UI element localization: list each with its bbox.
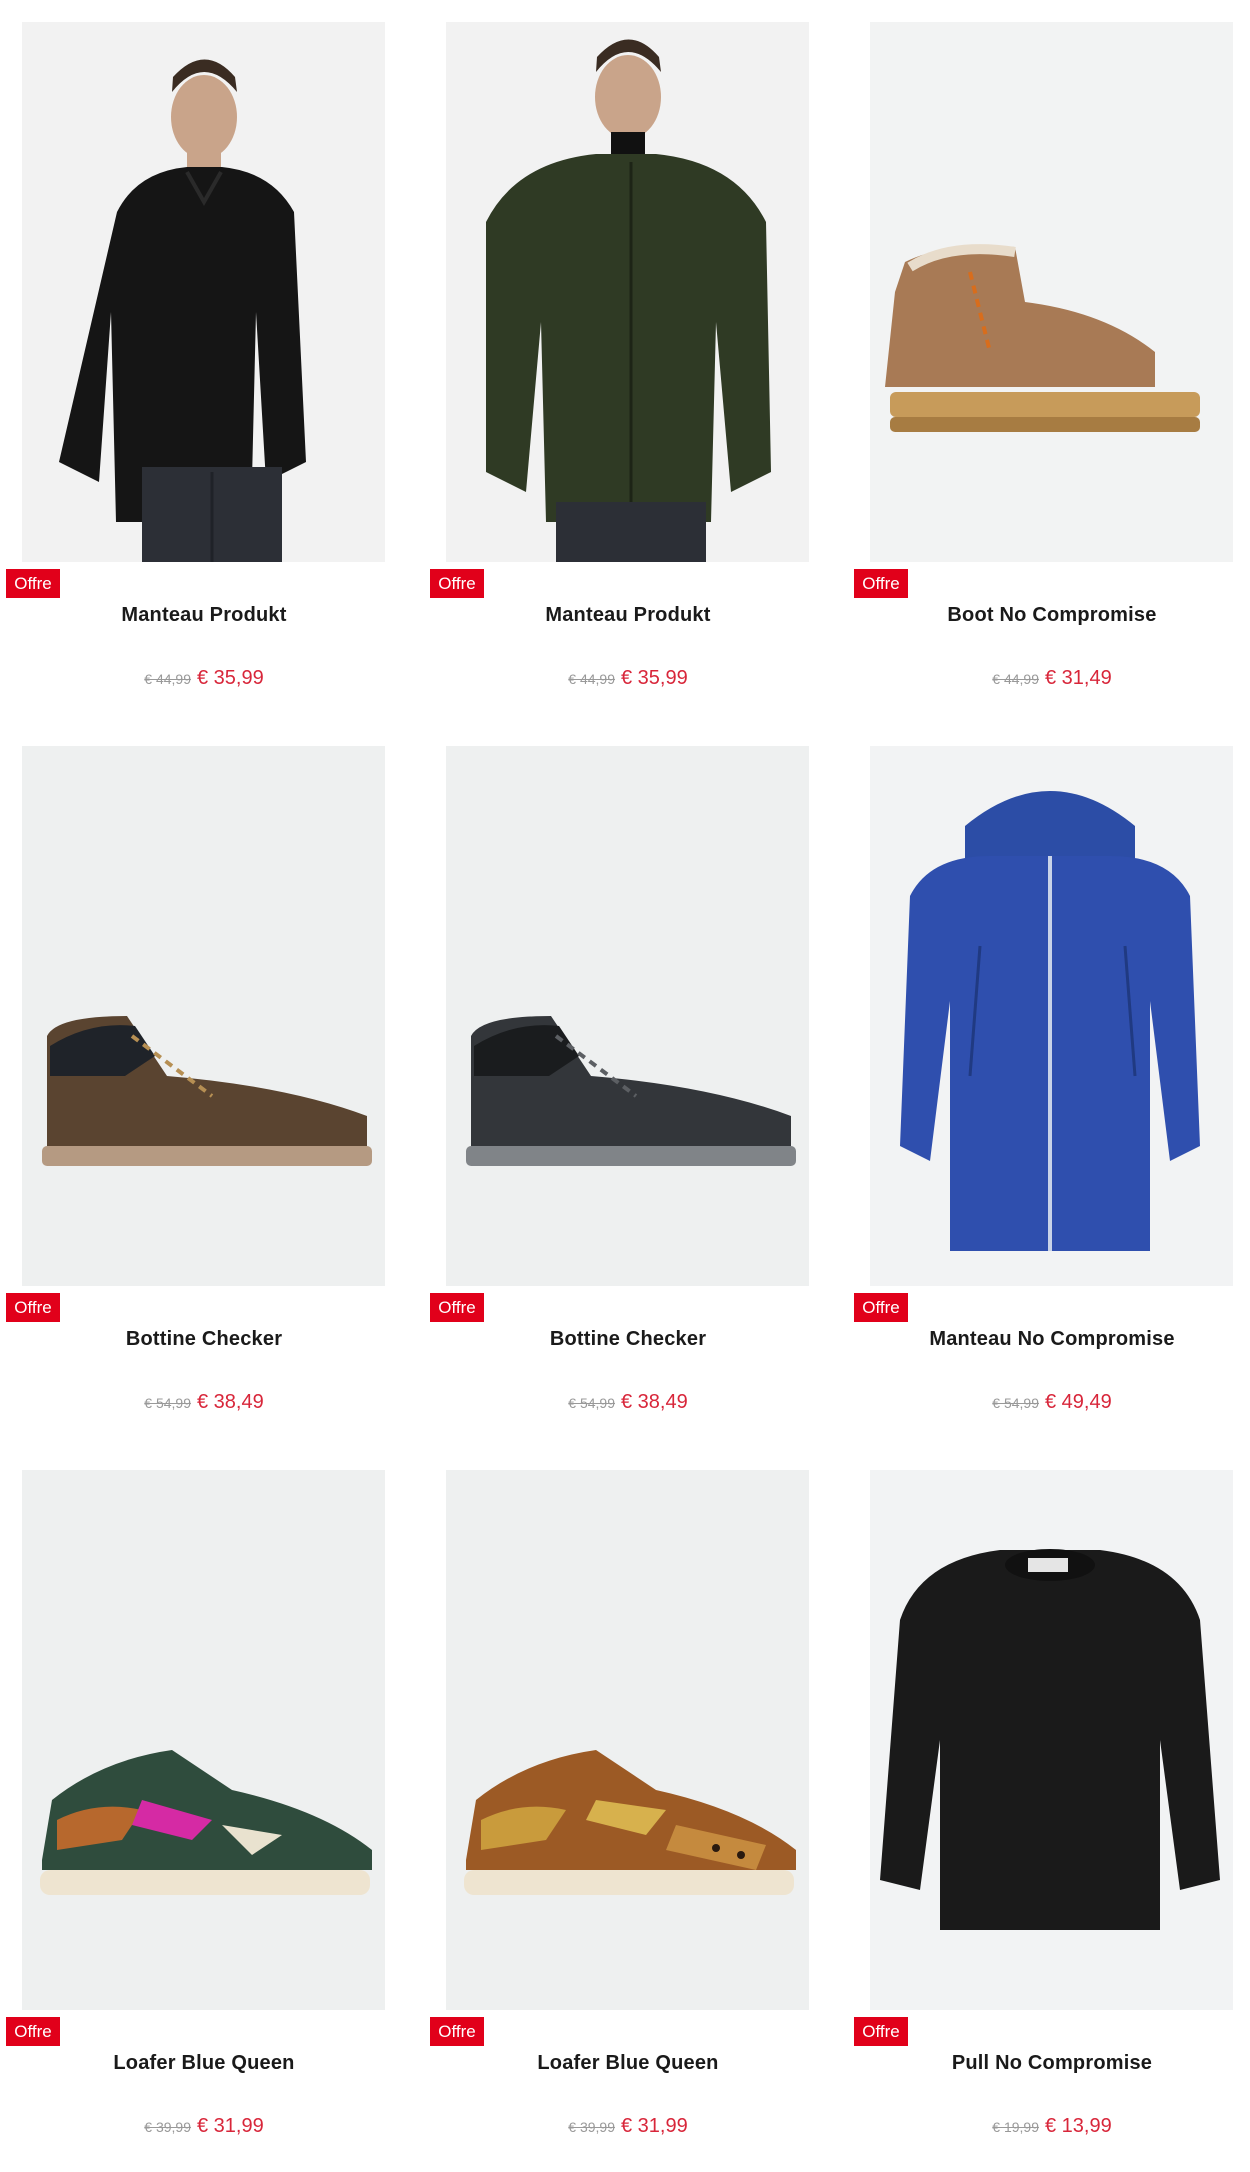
price-row: € 39,99 € 31,99 — [0, 2115, 408, 2138]
old-price: € 54,99 — [568, 1395, 615, 1411]
product-title[interactable]: Loafer Blue Queen — [424, 2052, 832, 2075]
product-image[interactable] — [446, 22, 809, 562]
price-row: € 44,99 € 31,49 — [848, 667, 1250, 690]
product-card[interactable]: Offre Bottine Checker € 54,99 € 38,49 — [0, 724, 424, 1448]
sale-price: € 35,99 — [196, 667, 264, 689]
price-row: € 54,99 € 38,49 — [0, 1391, 408, 1414]
green-pink-sneaker-image — [22, 1470, 385, 2010]
product-title[interactable]: Manteau Produkt — [0, 604, 408, 627]
offer-badge: Offre — [854, 2017, 908, 2046]
old-price: € 54,99 — [144, 1395, 191, 1411]
product-image[interactable] — [870, 1470, 1233, 2010]
price-row: € 44,99 € 35,99 — [0, 667, 408, 690]
product-title[interactable]: Boot No Compromise — [848, 604, 1250, 627]
product-image[interactable] — [446, 746, 809, 1286]
brown-high-top-sneaker-image — [22, 746, 385, 1286]
product-title[interactable]: Pull No Compromise — [848, 2052, 1250, 2075]
product-card[interactable]: Offre Pull No Compromise € 19,99 € 13,99 — [848, 1448, 1250, 2172]
product-title[interactable]: Loafer Blue Queen — [0, 2052, 408, 2075]
blue-hooded-jacket-image — [870, 746, 1233, 1286]
product-grid: Offre Manteau Produkt € 44,99 € 35,99 Off… — [0, 0, 1250, 2150]
product-card[interactable]: Offre Bottine Checker € 54,99 € 38,49 — [424, 724, 848, 1448]
product-card[interactable]: Offre Loafer Blue Queen € 39,99 € 31,99 — [0, 1448, 424, 2172]
product-title[interactable]: Manteau No Compromise — [848, 1328, 1250, 1351]
man-black-fleece-jacket-image — [22, 22, 385, 562]
tan-lace-up-boot-image — [870, 22, 1233, 562]
price-row: € 39,99 € 31,99 — [424, 2115, 832, 2138]
sale-price: € 38,49 — [620, 1391, 688, 1413]
offer-badge: Offre — [6, 2017, 60, 2046]
sale-price: € 49,49 — [1044, 1391, 1112, 1413]
old-price: € 39,99 — [144, 2119, 191, 2135]
sale-price: € 35,99 — [620, 667, 688, 689]
man-green-fleece-jacket-image — [446, 22, 809, 562]
price-row: € 54,99 € 49,49 — [848, 1391, 1250, 1414]
product-image[interactable] — [870, 22, 1233, 562]
dark-grey-high-top-sneaker-image — [446, 746, 809, 1286]
product-image[interactable] — [22, 1470, 385, 2010]
product-card[interactable]: Offre Manteau No Compromise € 54,99 € 49,… — [848, 724, 1250, 1448]
product-image[interactable] — [22, 746, 385, 1286]
price-row: € 54,99 € 38,49 — [424, 1391, 832, 1414]
offer-badge: Offre — [430, 2017, 484, 2046]
old-price: € 54,99 — [992, 1395, 1039, 1411]
price-row: € 44,99 € 35,99 — [424, 667, 832, 690]
product-image[interactable] — [870, 746, 1233, 1286]
offer-badge: Offre — [6, 1293, 60, 1322]
gold-leopard-sneaker-image — [446, 1470, 809, 2010]
old-price: € 44,99 — [568, 671, 615, 687]
old-price: € 19,99 — [992, 2119, 1039, 2135]
offer-badge: Offre — [6, 569, 60, 598]
price-row: € 19,99 € 13,99 — [848, 2115, 1250, 2138]
product-card[interactable]: Offre Manteau Produkt € 44,99 € 35,99 — [424, 0, 848, 724]
product-image[interactable] — [446, 1470, 809, 2010]
product-title[interactable]: Bottine Checker — [0, 1328, 408, 1351]
offer-badge: Offre — [430, 1293, 484, 1322]
product-card[interactable]: Offre Boot No Compromise € 44,99 € 31,49 — [848, 0, 1250, 724]
product-card[interactable]: Offre Manteau Produkt € 44,99 € 35,99 — [0, 0, 424, 724]
offer-badge: Offre — [430, 569, 484, 598]
product-title[interactable]: Bottine Checker — [424, 1328, 832, 1351]
sale-price: € 31,99 — [196, 2115, 264, 2137]
offer-badge: Offre — [854, 569, 908, 598]
product-image[interactable] — [22, 22, 385, 562]
sale-price: € 13,99 — [1044, 2115, 1112, 2137]
offer-badge: Offre — [854, 1293, 908, 1322]
old-price: € 44,99 — [144, 671, 191, 687]
product-title[interactable]: Manteau Produkt — [424, 604, 832, 627]
old-price: € 39,99 — [568, 2119, 615, 2135]
sale-price: € 31,99 — [620, 2115, 688, 2137]
sale-price: € 38,49 — [196, 1391, 264, 1413]
sale-price: € 31,49 — [1044, 667, 1112, 689]
old-price: € 44,99 — [992, 671, 1039, 687]
black-sweater-image — [870, 1470, 1233, 2010]
product-card[interactable]: Offre Loafer Blue Queen € 39,99 € 31,99 — [424, 1448, 848, 2172]
